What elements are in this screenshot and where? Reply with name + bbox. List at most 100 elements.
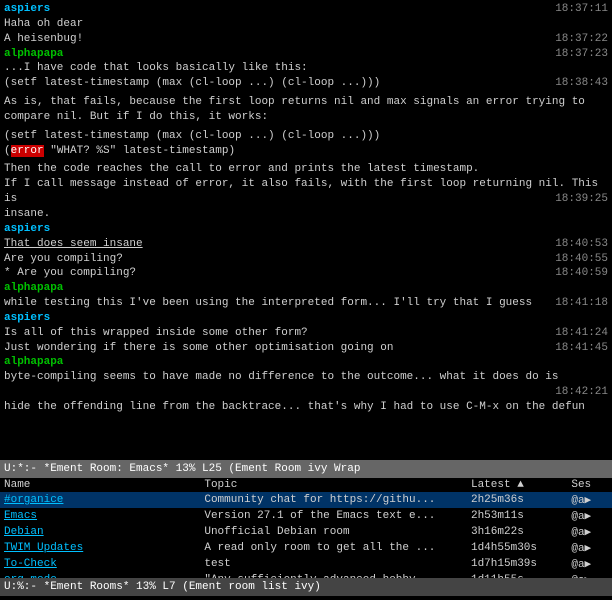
timestamp: 18:40:53 — [555, 237, 608, 252]
chat-line: hide the offending line from the backtra… — [4, 400, 608, 415]
room-link[interactable]: Emacs — [4, 510, 37, 522]
rooms-table-area: Name Topic Latest ▲ Ses #organice Commun… — [0, 478, 612, 578]
timestamp: 18:39:25 — [555, 192, 608, 207]
message-text: A heisenbug! — [4, 33, 83, 45]
chat-line: compare nil. But if I do this, it works: — [4, 110, 608, 125]
room-name[interactable]: To-Check — [0, 556, 200, 572]
message-text: Is all of this wrapped inside some other… — [4, 327, 308, 339]
modeline-2-text: U:%:- *Ement Rooms* 13% L7 (Ement room l… — [4, 581, 321, 593]
room-latest: 1d4h55m30s — [467, 540, 567, 556]
message-text: (setf latest-timestamp (max (cl-loop ...… — [4, 77, 380, 89]
room-name[interactable]: TWIM Updates — [0, 540, 200, 556]
chat-line: * Are you compiling? 18:40:59 — [4, 266, 608, 281]
message-text: If I call message instead of error, it a… — [4, 178, 598, 205]
room-link[interactable]: org-mode — [4, 574, 57, 578]
message-text: (setf latest-timestamp (max (cl-loop ...… — [4, 130, 380, 142]
message-text: Haha oh dear — [4, 18, 83, 30]
rooms-table: Name Topic Latest ▲ Ses #organice Commun… — [0, 478, 612, 578]
chat-line: Is all of this wrapped inside some other… — [4, 326, 608, 341]
room-topic: Version 27.1 of the Emacs text e... — [200, 508, 467, 524]
timestamp: 18:40:59 — [555, 266, 608, 281]
room-link[interactable]: #organice — [4, 494, 63, 506]
table-row[interactable]: Emacs Version 27.1 of the Emacs text e..… — [0, 508, 612, 524]
timestamp: 18:38:43 — [555, 76, 608, 91]
username: aspiers — [4, 3, 50, 15]
chat-line: Haha oh dear — [4, 17, 608, 32]
chat-message-group: alphapapa — [4, 355, 608, 370]
room-topic: A read only room to get all the ... — [200, 540, 467, 556]
chat-line: byte-compiling seems to have made no dif… — [4, 370, 608, 385]
room-ses: @a▶ — [567, 540, 612, 556]
timestamp: 18:41:24 — [555, 326, 608, 341]
message-text: Then the code reaches the call to error … — [4, 163, 479, 175]
message-text: hide the offending line from the backtra… — [4, 401, 585, 413]
room-latest: 2h53m11s — [467, 508, 567, 524]
chat-line: A heisenbug! 18:37:22 — [4, 32, 608, 47]
message-text: insane. — [4, 208, 50, 220]
message-text: compare nil. But if I do this, it works: — [4, 111, 268, 123]
room-latest: 2h25m36s — [467, 492, 567, 508]
username: alphapapa — [4, 282, 63, 294]
room-topic: test — [200, 556, 467, 572]
chat-area: aspiers 18:37:11 Haha oh dear A heisenbu… — [0, 0, 612, 460]
message-text: while testing this I've been using the i… — [4, 297, 532, 309]
col-header-topic: Topic — [200, 478, 467, 492]
room-link[interactable]: TWIM Updates — [4, 542, 83, 554]
room-ses: @a▶ — [567, 556, 612, 572]
message-text: That does seem insane — [4, 238, 143, 250]
col-header-name: Name — [0, 478, 200, 492]
room-name[interactable]: Emacs — [0, 508, 200, 524]
room-latest: 1d7h15m39s — [467, 556, 567, 572]
error-highlight: error — [11, 145, 44, 157]
table-header-row: Name Topic Latest ▲ Ses — [0, 478, 612, 492]
message-text: As is, that fails, because the first loo… — [4, 96, 585, 108]
message-text: Just wondering if there is some other op… — [4, 342, 393, 354]
modeline-1-text: U:*:- *Ement Room: Emacs* 13% L25 (Ement… — [4, 463, 360, 475]
timestamp: 18:37:22 — [555, 32, 608, 47]
timestamp: 18:41:18 — [555, 296, 608, 311]
col-header-ses: Ses — [567, 478, 612, 492]
room-topic: "Any sufficiently advanced hobby... — [200, 572, 467, 578]
table-row[interactable]: Debian Unofficial Debian room 3h16m22s @… — [0, 524, 612, 540]
chat-line: Are you compiling? 18:40:55 — [4, 252, 608, 267]
message-text: byte-compiling seems to have made no dif… — [4, 371, 559, 383]
username: alphapapa — [4, 48, 63, 60]
timestamp: 18:41:45 — [555, 341, 608, 356]
room-ses: @a▶ — [567, 492, 612, 508]
room-link[interactable]: Debian — [4, 526, 44, 538]
room-latest: 3h16m22s — [467, 524, 567, 540]
username: aspiers — [4, 223, 50, 235]
chat-line: insane. — [4, 207, 608, 222]
table-row[interactable]: TWIM Updates A read only room to get all… — [0, 540, 612, 556]
modeline-1: U:*:- *Ement Room: Emacs* 13% L25 (Ement… — [0, 460, 612, 478]
table-row[interactable]: To-Check test 1d7h15m39s @a▶ — [0, 556, 612, 572]
timestamp: 18:37:11 — [555, 2, 608, 17]
timestamp: 18:42:21 — [555, 385, 608, 400]
chat-line: As is, that fails, because the first loo… — [4, 95, 608, 110]
chat-message-group: alphapapa 18:37:23 — [4, 47, 608, 62]
room-topic: Community chat for https://githu... — [200, 492, 467, 508]
chat-line: ...I have code that looks basically like… — [4, 61, 608, 76]
chat-message-group: aspiers 18:37:11 — [4, 2, 608, 17]
col-header-latest[interactable]: Latest ▲ — [467, 478, 567, 492]
room-ses: @a▶ — [567, 508, 612, 524]
room-link[interactable]: To-Check — [4, 558, 57, 570]
username: aspiers — [4, 312, 50, 324]
chat-line: while testing this I've been using the i… — [4, 296, 608, 311]
room-ses: @a▶ — [567, 524, 612, 540]
room-topic: Unofficial Debian room — [200, 524, 467, 540]
chat-line: (setf latest-timestamp (max (cl-loop ...… — [4, 129, 608, 144]
chat-message-group: aspiers — [4, 222, 608, 237]
room-name[interactable]: #organice — [0, 492, 200, 508]
chat-line: (error "WHAT? %S" latest-timestamp) — [4, 144, 608, 159]
table-row[interactable]: #organice Community chat for https://git… — [0, 492, 612, 508]
chat-line: If I call message instead of error, it a… — [4, 177, 608, 207]
timestamp: 18:40:55 — [555, 252, 608, 267]
message-text: ...I have code that looks basically like… — [4, 62, 308, 74]
chat-message-group: aspiers — [4, 311, 608, 326]
room-name[interactable]: Debian — [0, 524, 200, 540]
chat-line: Just wondering if there is some other op… — [4, 341, 608, 356]
chat-message-group: alphapapa — [4, 281, 608, 296]
chat-line: That does seem insane 18:40:53 — [4, 237, 608, 252]
modeline-2: U:%:- *Ement Rooms* 13% L7 (Ement room l… — [0, 578, 612, 596]
